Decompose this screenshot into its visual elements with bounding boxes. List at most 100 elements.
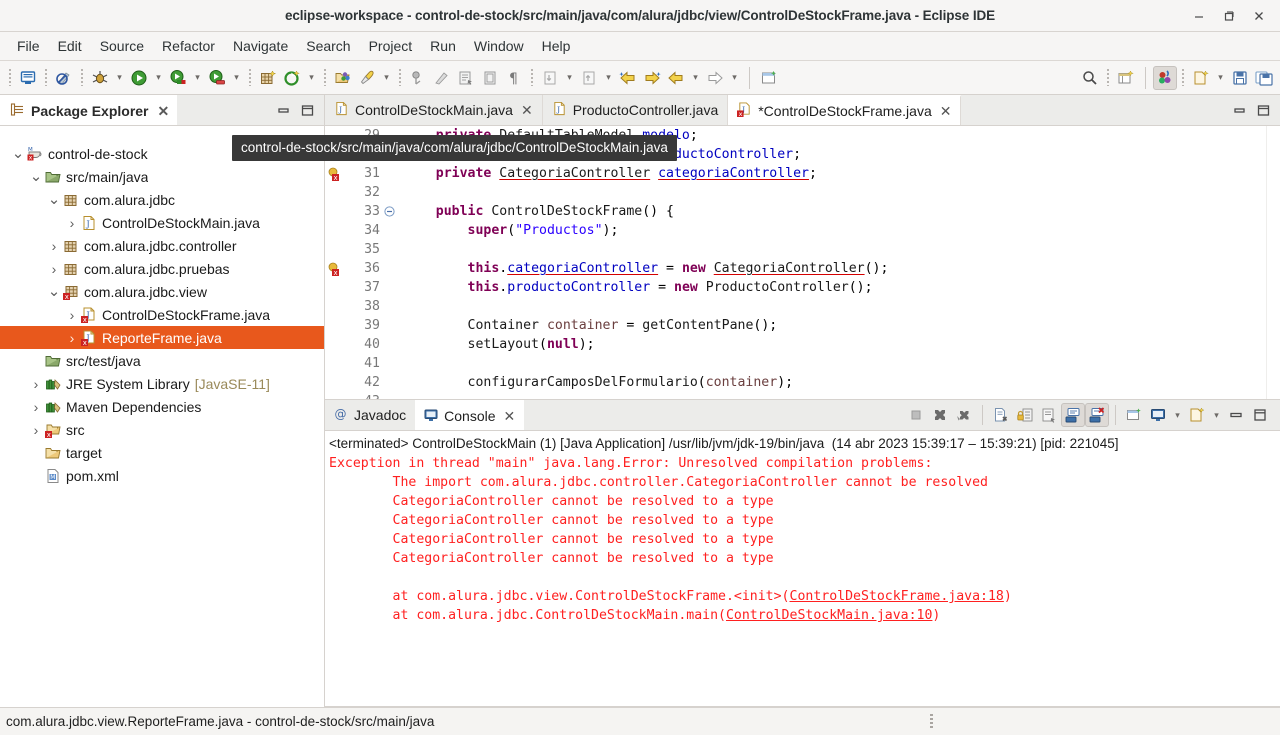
save-icon[interactable] (1228, 66, 1252, 90)
editor-folding-bar[interactable] (382, 126, 396, 399)
console-output[interactable]: <terminated> ControlDeStockMain (1) [Jav… (325, 431, 1280, 707)
tab-javadoc[interactable]: @ Javadoc (325, 400, 416, 430)
chevron-down-icon[interactable]: ▾ (304, 66, 319, 90)
show-console-on-output-icon[interactable] (1061, 403, 1085, 427)
tree-item-com-alura-jdbc-view[interactable]: ⌄ x com.alura.jdbc.view (0, 280, 324, 303)
tree-item-src-main-java[interactable]: ⌄ src/main/java (0, 165, 324, 188)
minimize-icon[interactable] (1232, 103, 1246, 117)
chevron-down-icon[interactable]: ▾ (727, 66, 742, 90)
tab-package-explorer[interactable]: Package Explorer ✕ (0, 95, 178, 125)
chevron-down-icon[interactable]: ▾ (1209, 403, 1224, 427)
tree-item-controldestockmain-java[interactable]: › J ControlDeStockMain.java (0, 211, 324, 234)
chevron-right-icon[interactable]: › (28, 422, 44, 438)
open-perspective-icon[interactable] (757, 66, 781, 90)
menu-file[interactable]: File (8, 35, 49, 57)
menu-source[interactable]: Source (91, 35, 153, 57)
run-icon[interactable] (127, 66, 151, 90)
scroll-lock-icon[interactable] (1013, 403, 1037, 427)
editor-code-content[interactable]: private DefaultTableModel modelo; privat… (396, 126, 1266, 399)
new-wizard-icon[interactable] (16, 66, 40, 90)
editor-tab-controldestockframe-java[interactable]: Jx *ControlDeStockFrame.java ✕ (728, 95, 962, 125)
java-source-editor[interactable]: xx 293031323334353637383940414243 privat… (325, 126, 1280, 399)
chevron-down-icon[interactable]: ▾ (562, 66, 577, 90)
forward-icon[interactable] (640, 66, 664, 90)
chevron-down-icon[interactable]: ▾ (601, 66, 616, 90)
remove-launch-icon[interactable] (928, 403, 952, 427)
maximize-icon[interactable] (1214, 1, 1244, 31)
maximize-icon[interactable] (1256, 103, 1270, 117)
minimize-icon[interactable] (1184, 1, 1214, 31)
code-line[interactable]: public ControlDeStockFrame() { (404, 202, 1266, 221)
code-line[interactable]: configurarCamposDelFormulario(container)… (404, 373, 1266, 392)
menu-help[interactable]: Help (533, 35, 580, 57)
editor-tab-controldestockmain-java[interactable]: J ControlDeStockMain.java ✕ (325, 95, 543, 125)
project-tree[interactable]: ⌄ Mx control-de-stock ⌄ src/main/java ⌄ com.al… (0, 126, 324, 707)
code-line[interactable] (404, 392, 1266, 399)
back-icon[interactable] (616, 66, 640, 90)
chevron-right-icon[interactable]: › (28, 399, 44, 415)
code-line[interactable]: this.categoriaController = new Categoria… (404, 259, 1266, 278)
run-coverage-icon[interactable] (166, 66, 190, 90)
chevron-down-icon[interactable]: ⌄ (28, 169, 44, 184)
external-tools-icon[interactable] (280, 66, 304, 90)
clear-console-icon[interactable] (989, 403, 1013, 427)
run-profile-icon[interactable] (205, 66, 229, 90)
stacktrace-link[interactable]: ControlDeStockMain.java:10 (726, 608, 932, 623)
paragraph-icon[interactable]: ¶ (502, 66, 526, 90)
show-whitespace-icon[interactable] (478, 66, 502, 90)
code-line[interactable]: this.productoController = new ProductoCo… (404, 278, 1266, 297)
close-icon[interactable]: ✕ (940, 103, 952, 120)
open-type-icon[interactable] (331, 66, 355, 90)
close-icon[interactable] (1244, 1, 1274, 31)
chevron-down-icon[interactable]: ⌄ (46, 192, 62, 207)
chevron-right-icon[interactable]: › (28, 376, 44, 392)
tree-item-jre-system-library[interactable]: › JRE System Library [JavaSE-11] (0, 372, 324, 395)
code-line[interactable]: private CategoriaController categoriaCon… (404, 164, 1266, 183)
editor-overview-ruler[interactable] (1266, 126, 1280, 399)
chevron-down-icon[interactable]: ▾ (688, 66, 703, 90)
tree-item-pom-xml[interactable]: ›Mpom.xml (0, 464, 324, 487)
toggle-breakpoint-icon[interactable] (430, 66, 454, 90)
minimize-icon[interactable] (1224, 403, 1248, 427)
show-console-on-error-icon[interactable] (1085, 403, 1109, 427)
menu-search[interactable]: Search (297, 35, 359, 57)
debug-icon[interactable] (88, 66, 112, 90)
console-stacktrace-link-line[interactable]: at com.alura.jdbc.ControlDeStockMain.mai… (329, 606, 1280, 625)
error-marker-icon[interactable]: x (325, 164, 342, 183)
chevron-down-icon[interactable]: ▾ (379, 66, 394, 90)
chevron-down-icon[interactable]: ⌄ (10, 146, 26, 161)
tree-item-com-alura-jdbc-controller[interactable]: › com.alura.jdbc.controller (0, 234, 324, 257)
next-annotation-icon[interactable] (538, 66, 562, 90)
menu-project[interactable]: Project (360, 35, 422, 57)
navigate-forward-icon[interactable] (703, 66, 727, 90)
new-icon[interactable] (1189, 66, 1213, 90)
menu-refactor[interactable]: Refactor (153, 35, 224, 57)
word-wrap-icon[interactable] (1037, 403, 1061, 427)
minimize-icon[interactable] (276, 103, 290, 117)
menu-window[interactable]: Window (465, 35, 533, 57)
java-perspective-icon[interactable] (1153, 65, 1177, 90)
last-edit-location-icon[interactable] (664, 66, 688, 90)
editor-tab-productocontroller-java[interactable]: J ProductoController.java (542, 95, 729, 125)
stacktrace-link[interactable]: ControlDeStockFrame.java:18 (790, 589, 1004, 604)
menu-navigate[interactable]: Navigate (224, 35, 297, 57)
chevron-right-icon[interactable]: › (64, 215, 80, 231)
code-line[interactable] (404, 297, 1266, 316)
new-console-view-icon[interactable] (1185, 403, 1209, 427)
previous-annotation-icon[interactable] (577, 66, 601, 90)
maximize-icon[interactable] (1248, 403, 1272, 427)
code-line[interactable] (404, 354, 1266, 373)
code-line[interactable]: super("Productos"); (404, 221, 1266, 240)
close-icon[interactable]: ✕ (521, 102, 533, 119)
error-marker-icon[interactable]: x (325, 259, 342, 278)
console-stacktrace-link-line[interactable]: at com.alura.jdbc.view.ControlDeStockFra… (329, 587, 1280, 606)
chevron-down-icon[interactable]: ▾ (1213, 66, 1228, 90)
tree-item-target[interactable]: ›target (0, 441, 324, 464)
tree-item-src-test-java[interactable]: ›src/test/java (0, 349, 324, 372)
code-line[interactable] (404, 240, 1266, 259)
chevron-down-icon[interactable]: ⌄ (46, 284, 62, 299)
code-line[interactable] (404, 183, 1266, 202)
tree-item-com-alura-jdbc[interactable]: ⌄ com.alura.jdbc (0, 188, 324, 211)
display-selected-console-icon[interactable] (1146, 403, 1170, 427)
chevron-right-icon[interactable]: › (64, 307, 80, 323)
